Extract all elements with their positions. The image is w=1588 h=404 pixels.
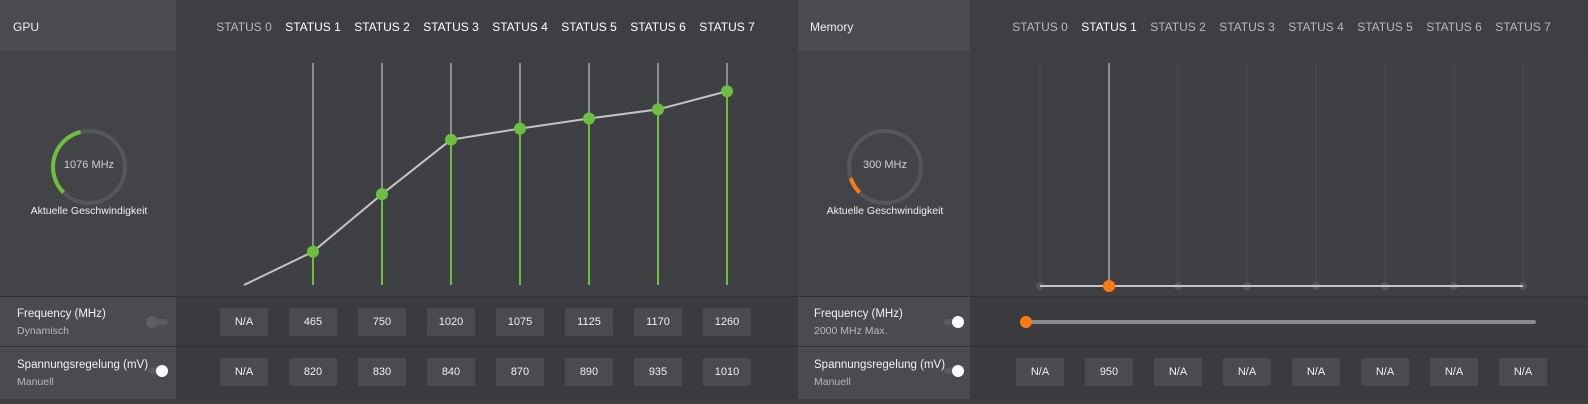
gpu-state-point-5[interactable] xyxy=(583,112,595,125)
row-divider xyxy=(0,346,1588,347)
gpu-voltage-cell-2[interactable]: 830 xyxy=(358,358,406,386)
gpu-state-point-6[interactable] xyxy=(652,103,664,116)
memory-voltage-mode: Manuell xyxy=(814,376,851,388)
gpu-frequency-chart[interactable] xyxy=(176,51,798,296)
gpu-voltage-toggle-knob xyxy=(156,365,168,377)
memory-state-header-6: STATUS 6 xyxy=(1426,20,1482,34)
memory-state-header-0: STATUS 0 xyxy=(1012,20,1068,34)
memory-state-header-3: STATUS 3 xyxy=(1219,20,1275,34)
gpu-frequency-toggle[interactable] xyxy=(146,316,168,328)
memory-gauge-value: 300 MHz xyxy=(862,159,908,171)
gpu-voltage-cell-6[interactable]: 935 xyxy=(634,358,682,386)
gpu-state-point-2[interactable] xyxy=(376,188,388,201)
gpu-state-header-3: STATUS 3 xyxy=(423,20,479,34)
memory-state-header-1: STATUS 1 xyxy=(1081,20,1137,34)
gpu-state-header-1: STATUS 1 xyxy=(285,20,341,34)
memory-frequency-mode: 2000 MHz Max. xyxy=(814,325,888,337)
memory-gauge-arc xyxy=(848,177,862,194)
memory-state-header-4: STATUS 4 xyxy=(1288,20,1344,34)
gpu-frequency-cell-5[interactable]: 1125 xyxy=(565,308,613,336)
gpu-voltage-cell-7[interactable]: 1010 xyxy=(703,358,751,386)
gpu-frequency-cell-2[interactable]: 750 xyxy=(358,308,406,336)
memory-frequency-row-label: Frequency (MHz) 2000 MHz Max. xyxy=(798,297,970,346)
gpu-voltage-cell-0[interactable]: N/A xyxy=(220,358,268,386)
gpu-state-header-0: STATUS 0 xyxy=(216,20,272,34)
memory-frequency-toggle-knob xyxy=(952,316,964,328)
memory-voltage-label: Spannungsregelung (mV) xyxy=(814,359,946,371)
memory-voltage-cell-1[interactable]: 950 xyxy=(1085,358,1133,386)
gpu-state-header-4: STATUS 4 xyxy=(492,20,548,34)
gpu-state-point-7[interactable] xyxy=(721,85,733,98)
gpu-state-point-1[interactable] xyxy=(307,245,319,258)
gpu-frequency-cell-1[interactable]: 465 xyxy=(289,308,337,336)
memory-voltage-toggle[interactable] xyxy=(944,365,966,377)
memory-voltage-cell-2[interactable]: N/A xyxy=(1154,358,1202,386)
memory-state-header-2: STATUS 2 xyxy=(1150,20,1206,34)
gpu-header: GPU xyxy=(0,0,176,51)
gpu-title: GPU xyxy=(13,20,40,34)
gpu-state-header-6: STATUS 6 xyxy=(630,20,686,34)
gpu-frequency-cell-3[interactable]: 1020 xyxy=(427,308,475,336)
gpu-voltage-cell-4[interactable]: 870 xyxy=(496,358,544,386)
memory-header: Memory xyxy=(798,0,970,51)
gpu-frequency-row-label: Frequency (MHz) Dynamisch xyxy=(0,297,176,346)
memory-title: Memory xyxy=(810,20,854,34)
memory-voltage-row-label: Spannungsregelung (mV) Manuell xyxy=(798,347,970,399)
memory-frequency-slider-handle[interactable] xyxy=(1020,316,1032,328)
gpu-frequency-mode: Dynamisch xyxy=(17,325,69,337)
gpu-voltage-toggle[interactable] xyxy=(148,365,170,377)
gpu-state-header-5: STATUS 5 xyxy=(561,20,617,34)
memory-frequency-toggle[interactable] xyxy=(944,316,966,328)
gpu-state-point-3[interactable] xyxy=(445,133,457,146)
memory-voltage-cell-0[interactable]: N/A xyxy=(1016,358,1064,386)
gpu-frequency-cell-7[interactable]: 1260 xyxy=(703,308,751,336)
memory-frequency-label: Frequency (MHz) xyxy=(814,308,903,320)
memory-frequency-slider-track[interactable] xyxy=(1026,320,1536,324)
gpu-state-header-7: STATUS 7 xyxy=(699,20,755,34)
gpu-frequency-toggle-knob xyxy=(146,316,158,328)
memory-voltage-cell-3[interactable]: N/A xyxy=(1223,358,1271,386)
memory-frequency-chart[interactable] xyxy=(970,51,1588,296)
memory-state-header-7: STATUS 7 xyxy=(1495,20,1551,34)
memory-voltage-toggle-knob xyxy=(952,365,964,377)
memory-voltage-cell-4[interactable]: N/A xyxy=(1292,358,1340,386)
memory-gauge-panel: 300 MHz Aktuelle Geschwindigkeit xyxy=(798,51,970,296)
memory-chart-panel xyxy=(970,51,1588,296)
gpu-gauge-caption: Aktuelle Geschwindigkeit xyxy=(30,205,148,217)
gpu-state-header-2: STATUS 2 xyxy=(354,20,410,34)
memory-state-header-5: STATUS 5 xyxy=(1357,20,1413,34)
gpu-voltage-mode: Manuell xyxy=(17,376,54,388)
gpu-gauge-panel: 1076 MHz Aktuelle Geschwindigkeit xyxy=(0,51,176,296)
row-divider xyxy=(0,296,1588,297)
gpu-voltage-row-label: Spannungsregelung (mV) Manuell xyxy=(0,347,176,399)
gpu-frequency-cell-6[interactable]: 1170 xyxy=(634,308,682,336)
memory-frequency-row xyxy=(970,297,1588,346)
memory-state-point-1[interactable] xyxy=(1103,280,1115,292)
gpu-frequency-cell-0[interactable]: N/A xyxy=(220,308,268,336)
memory-gauge-caption: Aktuelle Geschwindigkeit xyxy=(826,205,944,217)
memory-voltage-cell-5[interactable]: N/A xyxy=(1361,358,1409,386)
gpu-voltage-cell-5[interactable]: 890 xyxy=(565,358,613,386)
gpu-voltage-cell-1[interactable]: 820 xyxy=(289,358,337,386)
gpu-chart-panel xyxy=(176,51,798,296)
memory-voltage-cell-6[interactable]: N/A xyxy=(1430,358,1478,386)
gpu-frequency-cell-4[interactable]: 1075 xyxy=(496,308,544,336)
memory-voltage-cell-7[interactable]: N/A xyxy=(1499,358,1547,386)
gpu-voltage-label: Spannungsregelung (mV) xyxy=(17,359,149,371)
gpu-frequency-label: Frequency (MHz) xyxy=(17,308,106,320)
gpu-voltage-cell-3[interactable]: 840 xyxy=(427,358,475,386)
gpu-gauge-value: 1076 MHz xyxy=(63,159,115,171)
gpu-state-point-4[interactable] xyxy=(514,122,526,135)
